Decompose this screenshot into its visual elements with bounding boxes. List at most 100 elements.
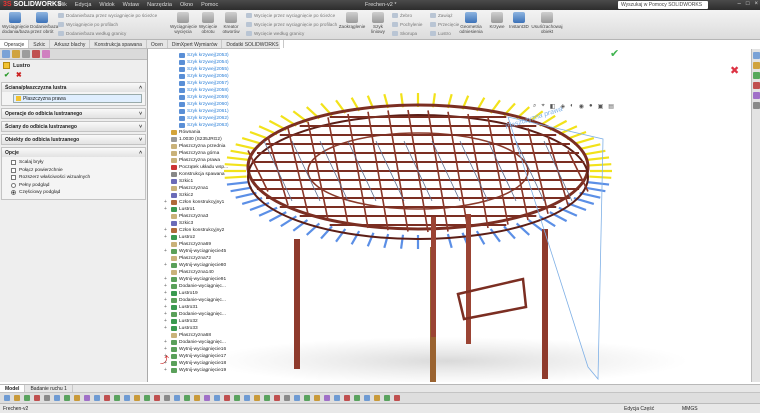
model-tab[interactable]: Badanie ruchu 1 xyxy=(25,385,73,392)
command-tab[interactable]: Dodatki SOLIDWORKS xyxy=(222,40,284,48)
toolbar-tool-icon[interactable] xyxy=(184,395,190,401)
tree-item[interactable]: Szyk krzywej(2063) xyxy=(160,122,310,129)
expand-icon[interactable]: + xyxy=(164,234,169,241)
command-tab[interactable]: DimXpert Wymiarów xyxy=(168,40,223,48)
tree-item[interactable]: + Wytnij-wyciągnięcie16 xyxy=(160,346,310,353)
display-style-icon[interactable]: ◐ xyxy=(570,103,574,110)
toolbar-tool-icon[interactable] xyxy=(374,395,380,401)
toolbar-tool-icon[interactable] xyxy=(354,395,360,401)
help-search-input[interactable]: Wyszukaj w Pomocy SOLIDWORKS xyxy=(618,1,708,9)
features-to-mirror-group[interactable]: Operacje do odbicia lustrzanego ˅ xyxy=(1,108,146,119)
toolbar-tool-icon[interactable] xyxy=(34,395,40,401)
toolbar-tool-icon[interactable] xyxy=(154,395,160,401)
uncut-button[interactable]: Usuń/zachowaj obiekt xyxy=(530,12,564,34)
expand-icon[interactable]: + xyxy=(164,339,169,346)
merge-solids-checkbox[interactable] xyxy=(11,160,16,166)
toolbar-tool-icon[interactable] xyxy=(54,395,60,401)
features-to-mirror-header[interactable]: Operacje do odbicia lustrzanego ˅ xyxy=(2,109,145,118)
toolbar-tool-icon[interactable] xyxy=(64,395,70,401)
expand-icon[interactable]: + xyxy=(164,325,169,332)
faces-to-mirror-header[interactable]: Ściany do odbicia lustrzanego ˅ xyxy=(2,122,145,131)
view-orientation-icon[interactable]: ◈ xyxy=(560,103,565,110)
tree-item[interactable]: + Lustro32 xyxy=(160,318,310,325)
display-manager-tab-icon[interactable] xyxy=(42,50,50,58)
toolbar-tool-icon[interactable] xyxy=(304,395,310,401)
bodies-to-mirror-header[interactable]: Obiekty do odbicia lustrzanego ˅ xyxy=(2,135,145,144)
tree-item[interactable]: + Wytnij-wyciągnięcie80 xyxy=(160,262,310,269)
design-library-tab-icon[interactable] xyxy=(753,62,760,69)
toolbar-tool-icon[interactable] xyxy=(214,395,220,401)
linear-pattern-button[interactable]: Szyk liniowy xyxy=(368,12,388,34)
expand-icon[interactable]: + xyxy=(164,318,169,325)
command-tab[interactable]: Szkic xyxy=(29,40,51,48)
toolbar-tool-icon[interactable] xyxy=(274,395,280,401)
menu-item[interactable]: Okno xyxy=(180,2,193,8)
bodies-to-mirror-group[interactable]: Obiekty do odbicia lustrzanego ˅ xyxy=(1,134,146,145)
appearance-icon[interactable]: ● xyxy=(589,103,593,110)
rib-button[interactable]: Żebro xyxy=(392,13,412,18)
toolbar-tool-icon[interactable] xyxy=(264,395,270,401)
knit-surfaces-option[interactable]: Połącz powierzchnie xyxy=(5,167,142,175)
ok-check-icon[interactable]: ✔ xyxy=(4,71,10,80)
expand-icon[interactable]: + xyxy=(164,297,169,304)
feature-manager-tab-icon[interactable] xyxy=(2,50,10,58)
knit-surfaces-checkbox[interactable] xyxy=(11,167,16,173)
draft-button[interactable]: Pochylenie xyxy=(392,22,422,27)
tree-item[interactable]: + Lustro19 xyxy=(160,290,310,297)
tree-item[interactable]: Równania xyxy=(160,129,310,136)
toolbar-tool-icon[interactable] xyxy=(174,395,180,401)
toolbar-tool-icon[interactable] xyxy=(104,395,110,401)
zoom-fit-icon[interactable]: ⌕ xyxy=(533,103,536,110)
status-units[interactable]: MMGS xyxy=(682,406,698,412)
section-view-icon[interactable]: ◧ xyxy=(550,103,556,110)
tree-item[interactable]: + Wytnij-wyciągnięcie18 xyxy=(160,360,310,367)
tree-item[interactable]: + Lustro33 xyxy=(160,325,310,332)
toolbar-tool-icon[interactable] xyxy=(4,395,10,401)
toolbar-tool-icon[interactable] xyxy=(394,395,400,401)
tree-item[interactable]: Konstrukcja spawana xyxy=(160,171,310,178)
toolbar-tool-icon[interactable] xyxy=(294,395,300,401)
toolbar-tool-icon[interactable] xyxy=(324,395,330,401)
toolbar-tool-icon[interactable] xyxy=(44,395,50,401)
tree-item[interactable]: Płaszczyzna górna xyxy=(160,150,310,157)
toolbar-tool-icon[interactable] xyxy=(204,395,210,401)
loft-boss-button[interactable]: Wyciągnięcie po profilach xyxy=(58,22,118,27)
extrude-boss-button[interactable]: Wyciągnięcie dodania/baza xyxy=(2,12,30,34)
partial-preview-option[interactable]: Częściowy podgląd xyxy=(5,189,142,197)
hole-wizard-button[interactable]: Kreator otworów xyxy=(220,12,242,34)
expand-icon[interactable]: + xyxy=(164,304,169,311)
tree-item[interactable]: Szyk krzywej(2059) xyxy=(160,94,310,101)
tree-item[interactable]: Płaszczyzna69 xyxy=(160,241,310,248)
tree-item[interactable]: + Dodanie-wyciągnięc... xyxy=(160,311,310,318)
curves-button[interactable]: Krzywe xyxy=(488,12,506,29)
expand-icon[interactable]: + xyxy=(164,276,169,283)
toolbar-tool-icon[interactable] xyxy=(384,395,390,401)
boundary-boss-button[interactable]: Dodanie/baza według granicy xyxy=(58,31,126,36)
tree-item[interactable]: Płaszczyzna72 xyxy=(160,255,310,262)
menu-item[interactable]: Pomoc xyxy=(201,2,218,8)
expand-icon[interactable]: + xyxy=(164,248,169,255)
toolbar-tool-icon[interactable] xyxy=(344,395,350,401)
close-icon[interactable]: × xyxy=(754,1,758,7)
model-tab[interactable]: Model xyxy=(0,385,26,392)
tree-item[interactable]: + Człon konstrukcyjny1 xyxy=(160,199,310,206)
expand-icon[interactable]: + xyxy=(164,199,169,206)
menu-item[interactable]: Narzędzia xyxy=(147,2,172,8)
tree-item[interactable]: 1.0030 (S235JRG2) xyxy=(160,136,310,143)
tree-item[interactable]: Płaszczyzna140 xyxy=(160,269,310,276)
tree-item[interactable]: + Dodanie-wyciągnięc... xyxy=(160,283,310,290)
toolbar-tool-icon[interactable] xyxy=(124,395,130,401)
expand-icon[interactable]: + xyxy=(164,206,169,213)
view-settings-icon[interactable]: ▤ xyxy=(608,103,614,110)
options-group-header[interactable]: Opcje ˄ xyxy=(2,148,145,157)
tree-item[interactable]: + Wytnij-wyciągnięcie91 xyxy=(160,276,310,283)
menu-item[interactable]: Plik xyxy=(58,2,67,8)
ref-geometry-button[interactable]: Geometria odniesienia xyxy=(456,12,486,34)
full-preview-radio[interactable] xyxy=(11,182,16,188)
boundary-cut-button[interactable]: Wycięcie według granicy xyxy=(246,31,304,36)
tree-item[interactable]: Płaszczyzna1 xyxy=(160,185,310,192)
cancel-confirm-icon[interactable]: ✖ xyxy=(730,64,739,77)
toolbar-tool-icon[interactable] xyxy=(144,395,150,401)
tree-item[interactable]: Szyk krzywej(2054) xyxy=(160,59,310,66)
scene-icon[interactable]: ▣ xyxy=(598,103,604,110)
